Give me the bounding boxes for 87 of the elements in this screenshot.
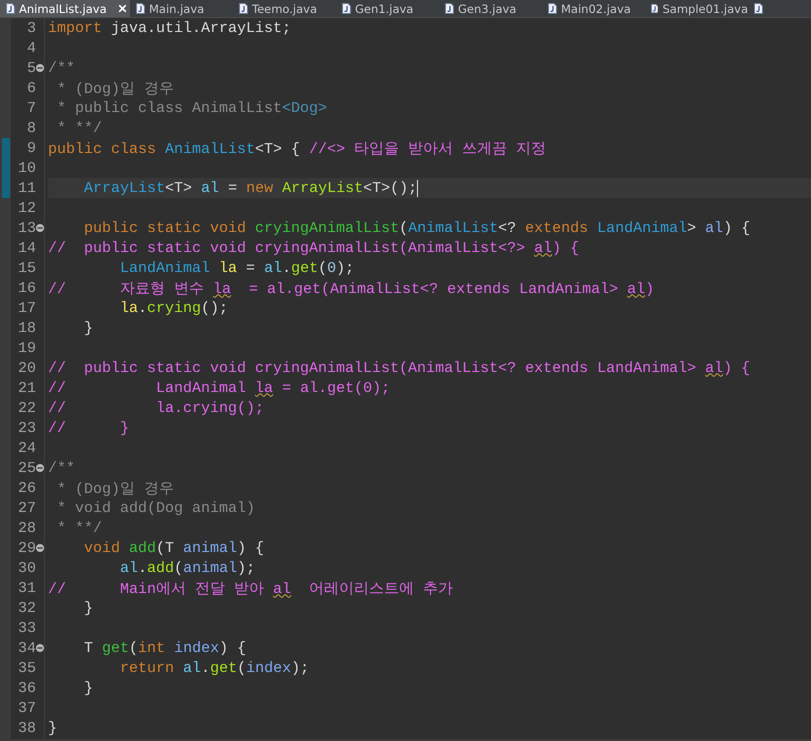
line-number: 32	[16, 600, 36, 616]
code-line: T get(int index) {	[83, 640, 246, 656]
line-number: 35	[16, 660, 36, 676]
line-number: 18	[16, 320, 36, 336]
collapse-icon[interactable]	[36, 64, 44, 72]
code-line: import java.util.ArrayList;	[48, 20, 292, 36]
code-line: public class AnimalList<T> { //<> 타입을 받아서 쓰게끔 지정	[48, 140, 546, 158]
code-line: // LandAnimal la = al.get(0);	[48, 380, 390, 396]
code-line: void add(T animal) {	[83, 540, 264, 556]
file-tab[interactable]: Sample01.java	[645, 0, 748, 17]
line-number: 16	[16, 280, 36, 296]
file-tab[interactable]: Teemo.java	[233, 0, 336, 17]
line-number: 6	[26, 80, 36, 96]
java-file-icon	[445, 3, 454, 14]
line-number: 37	[16, 700, 36, 716]
file-tab[interactable]: AnimalList.java	[0, 0, 130, 17]
line-number: 9	[26, 140, 36, 156]
line-number: 29	[16, 540, 36, 556]
code-line: al.add(animal);	[119, 560, 256, 576]
collapse-icon[interactable]	[36, 544, 44, 552]
line-number: 8	[26, 120, 36, 136]
code-line: // public static void cryingAnimalList(AnimalList<?> al) {	[48, 240, 580, 256]
code-line: // 자료형 변수 la = al.get(AnimalList<? extends LandAnimal> al)	[48, 280, 654, 298]
line-number: 7	[26, 100, 36, 116]
code-line: /**	[48, 60, 76, 76]
code-line: ArrayList<T> al = new ArrayList<T>();	[83, 180, 418, 196]
code-line: * (Dog)일 경우	[56, 480, 174, 498]
code-line: LandAnimal la = al.get(0);	[119, 260, 354, 276]
line-number: 26	[16, 480, 36, 496]
line-number: 25	[16, 460, 36, 476]
line-number: 19	[16, 340, 36, 356]
line-number: 24	[16, 440, 36, 456]
collapse-icon[interactable]	[36, 464, 44, 472]
code-line: * **/	[56, 120, 102, 136]
close-icon[interactable]	[116, 3, 128, 14]
java-file-icon	[754, 3, 763, 14]
code-line: * (Dog)일 경우	[56, 80, 174, 98]
java-file-icon	[651, 3, 658, 14]
java-file-icon	[548, 3, 557, 14]
code-line: }	[83, 600, 94, 616]
line-number: 17	[16, 300, 36, 316]
line-number: 5	[26, 60, 36, 76]
code-line: /**	[48, 460, 76, 476]
line-number: 34	[16, 640, 36, 656]
line-number: 31	[16, 580, 36, 596]
text-cursor	[417, 180, 418, 196]
line-number: 11	[16, 180, 36, 196]
line-number: 3	[26, 20, 36, 36]
line-number: 22	[16, 400, 36, 416]
code-line: * public class AnimalList<Dog>	[56, 100, 328, 116]
line-number: 36	[16, 680, 36, 696]
code-line: return al.get(index);	[119, 660, 310, 676]
line-number: 12	[16, 200, 36, 216]
code-line: // la.crying();	[48, 400, 264, 416]
file-tab[interactable]: Gen3.java	[439, 0, 542, 17]
collapse-icon[interactable]	[36, 224, 44, 232]
line-number: 4	[26, 40, 36, 56]
line-number: 27	[16, 500, 36, 516]
code-line: // Main에서 전달 받아 al 어레이리스트에 추가	[48, 580, 454, 598]
line-number: 28	[16, 520, 36, 536]
file-tab[interactable]: Main02.java	[542, 0, 645, 17]
line-number: 13	[16, 220, 36, 236]
line-number: 23	[16, 420, 36, 436]
java-file-icon	[342, 3, 351, 14]
file-tab[interactable]: Gen1.java	[336, 0, 439, 17]
java-file-icon	[136, 3, 145, 14]
file-tab[interactable]: Main.java	[130, 0, 233, 17]
line-number: 33	[16, 620, 36, 636]
code-line: // public static void cryingAnimalList(AnimalList<? extends LandAnimal> al) {	[48, 360, 750, 376]
java-file-icon	[6, 3, 15, 14]
code-line: }	[48, 720, 58, 736]
code-line: }	[83, 320, 94, 336]
code-line: la.crying();	[119, 300, 228, 316]
line-number: 10	[16, 160, 36, 176]
code-line: }	[83, 680, 94, 696]
code-line: * void add(Dog animal)	[56, 500, 256, 516]
code-line: public static void cryingAnimalList(AnimalList<? extends LandAnimal> al) {	[83, 220, 750, 236]
code-line: * **/	[56, 520, 102, 536]
line-number: 21	[16, 380, 36, 396]
code-line: // }	[48, 420, 130, 436]
line-number: 20	[16, 360, 36, 376]
line-number: 15	[16, 260, 36, 276]
line-number: 38	[16, 720, 36, 736]
line-number: 30	[16, 560, 36, 576]
java-file-icon	[239, 3, 248, 14]
collapse-icon[interactable]	[36, 644, 44, 652]
line-number: 14	[16, 240, 36, 256]
